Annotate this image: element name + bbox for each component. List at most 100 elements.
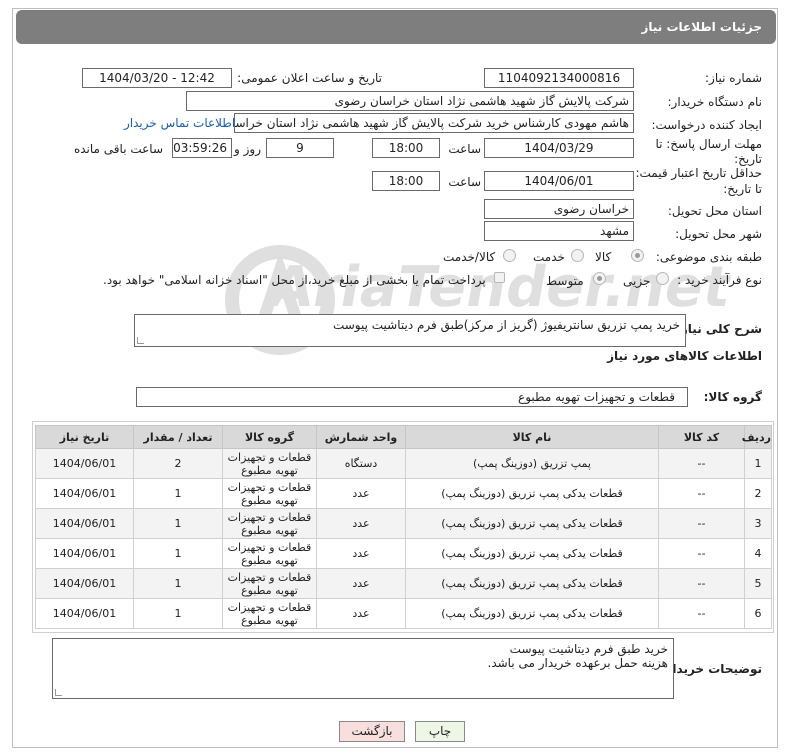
cell-code: -- [658, 478, 745, 509]
col-header-row-num: ردیف [742, 425, 772, 449]
cell-row-num: 4 [744, 538, 772, 569]
col-header-unit: واحد شمارش [316, 425, 406, 449]
cell-qty: 1 [133, 508, 223, 539]
cell-row-num: 1 [744, 448, 772, 479]
goods-group-field: قطعات و تجهیزات تهویه مطبوع [136, 387, 688, 407]
col-header-date: تاریخ نیاز [35, 425, 134, 449]
cell-name: قطعات یدکی پمپ تزریق (دوزینگ پمپ) [405, 598, 659, 629]
buyer-contact-link[interactable]: اطلاعات تماس خریدار [124, 116, 235, 130]
cell-name: قطعات یدکی پمپ تزریق (دوزینگ پمپ) [405, 478, 659, 509]
cell-name: قطعات یدکی پمپ تزریق (دوزینگ پمپ) [405, 508, 659, 539]
remaining-time-field: 03:59:26 [172, 138, 232, 158]
process-label: نوع فرآیند خرید : [677, 273, 762, 287]
buyer-notes-line-1: خرید طبق فرم دیتاشیت پیوست [509, 642, 668, 656]
cell-group: قطعات و تجهیزات تهویه مطبوع [222, 448, 317, 479]
title-bar: جزئیات اطلاعات نیاز [16, 10, 776, 44]
cell-qty: 1 [133, 538, 223, 569]
category-option-both: کالا/خدمت [443, 250, 496, 264]
print-button[interactable]: چاپ [415, 721, 465, 742]
city-label: شهر محل تحویل: [675, 227, 762, 241]
need-number-label: شماره نیاز: [705, 71, 762, 85]
process-radio-medium[interactable] [593, 272, 606, 285]
category-label: طبقه بندی موضوعی: [655, 250, 762, 264]
col-header-group: گروه کالا [222, 425, 317, 449]
buyer-org-field: شرکت پالایش گاز شهید هاشمی نژاد استان خر… [186, 91, 634, 111]
cell-qty: 1 [133, 598, 223, 629]
table-row: 1 -- پمپ تزریق (دوزینگ پمپ) دستگاه قطعات… [35, 448, 772, 479]
goods-table: ردیف کد کالا نام کالا واحد شمارش گروه کا… [35, 425, 772, 629]
cell-name: قطعات یدکی پمپ تزریق (دوزینگ پمپ) [405, 538, 659, 569]
cell-qty: 2 [133, 448, 223, 479]
remaining-label: ساعت باقی مانده [73, 142, 163, 156]
price-date-field: 1404/06/01 [484, 171, 634, 191]
cell-name: قطعات یدکی پمپ تزریق (دوزینگ پمپ) [405, 568, 659, 599]
table-row: 2 -- قطعات یدکی پمپ تزریق (دوزینگ پمپ) ع… [35, 478, 772, 509]
col-header-qty: تعداد / مقدار [133, 425, 223, 449]
creator-field: هاشم مهودی کارشناس خرید شرکت پالایش گاز … [234, 113, 634, 133]
province-field: خراسان رضوی [484, 199, 634, 219]
price-time-field: 18:00 [372, 171, 440, 191]
cell-date: 1404/06/01 [35, 478, 134, 509]
creator-label: ایجاد کننده درخواست: [651, 118, 762, 132]
back-button[interactable]: بازگشت [339, 721, 405, 742]
cell-row-num: 3 [744, 508, 772, 539]
payment-checkbox[interactable] [494, 272, 505, 283]
category-radio-service[interactable] [571, 249, 584, 262]
cell-date: 1404/06/01 [35, 598, 134, 629]
cell-unit: عدد [316, 568, 406, 599]
announce-label: تاریخ و ساعت اعلان عمومی: [237, 71, 382, 85]
reply-deadline-label-2: تاریخ: [734, 152, 762, 166]
goods-info-title: اطلاعات کالاهای مورد نیاز [607, 349, 762, 363]
cell-qty: 1 [133, 568, 223, 599]
category-radio-goods[interactable] [631, 249, 644, 262]
buyer-notes-textarea[interactable]: خرید طبق فرم دیتاشیت پیوست هزینه حمل برع… [52, 638, 674, 699]
summary-textarea[interactable]: خرید پمپ تزریق سانتریفیوژ (گریز از مرکز)… [134, 314, 686, 347]
goods-table-container: ردیف کد کالا نام کالا واحد شمارش گروه کا… [32, 421, 774, 633]
cell-unit: عدد [316, 508, 406, 539]
table-header-row: ردیف کد کالا نام کالا واحد شمارش گروه کا… [35, 425, 772, 449]
cell-row-num: 2 [744, 478, 772, 509]
cell-code: -- [658, 568, 745, 599]
cell-date: 1404/06/01 [35, 448, 134, 479]
cell-qty: 1 [133, 478, 223, 509]
process-radio-minor[interactable] [656, 272, 669, 285]
col-header-name: نام کالا [405, 425, 659, 449]
city-field: مشهد [484, 221, 634, 241]
payment-note: پرداخت تمام یا بخشی از مبلغ خرید،از محل … [103, 273, 486, 287]
category-option-service: خدمت [533, 250, 565, 264]
process-option-medium: متوسط [546, 274, 584, 288]
buyer-notes-line-2: هزینه حمل برعهده خریدار می باشد. [487, 656, 669, 670]
price-time-label: ساعت [448, 175, 481, 189]
cell-code: -- [658, 508, 745, 539]
cell-date: 1404/06/01 [35, 568, 134, 599]
cell-row-num: 6 [744, 598, 772, 629]
cell-group: قطعات و تجهیزات تهویه مطبوع [222, 568, 317, 599]
cell-unit: دستگاه [316, 448, 406, 479]
reply-deadline-label: مهلت ارسال پاسخ: تا [655, 137, 762, 151]
cell-date: 1404/06/01 [35, 538, 134, 569]
days-field: 9 [266, 138, 334, 158]
cell-unit: عدد [316, 478, 406, 509]
price-validity-label-2: تا تاریخ: [723, 182, 762, 196]
process-option-minor: جزیی [623, 274, 651, 288]
category-radio-both[interactable] [503, 249, 516, 262]
table-row: 4 -- قطعات یدکی پمپ تزریق (دوزینگ پمپ) ع… [35, 538, 772, 569]
cell-code: -- [658, 448, 745, 479]
summary-text: خرید پمپ تزریق سانتریفیوژ (گریز از مرکز)… [332, 318, 680, 332]
cell-group: قطعات و تجهیزات تهویه مطبوع [222, 538, 317, 569]
province-label: استان محل تحویل: [667, 204, 762, 218]
announce-field: 1404/03/20 - 12:42 [82, 68, 232, 88]
reply-time-field: 18:00 [372, 138, 440, 158]
buyer-notes-label: توضیحات خریدار: [660, 662, 762, 676]
cell-group: قطعات و تجهیزات تهویه مطبوع [222, 478, 317, 509]
days-label: روز و [234, 142, 261, 156]
price-validity-label: حداقل تاریخ اعتبار قیمت: [635, 166, 762, 180]
category-option-goods: کالا [595, 250, 612, 264]
col-header-code: کد کالا [658, 425, 745, 449]
buyer-org-label: نام دستگاه خریدار: [667, 95, 763, 109]
table-row: 5 -- قطعات یدکی پمپ تزریق (دوزینگ پمپ) ع… [35, 568, 772, 599]
cell-code: -- [658, 538, 745, 569]
need-number-field: 1104092134000816 [484, 68, 634, 88]
goods-group-label: گروه کالا: [703, 390, 762, 404]
cell-date: 1404/06/01 [35, 508, 134, 539]
